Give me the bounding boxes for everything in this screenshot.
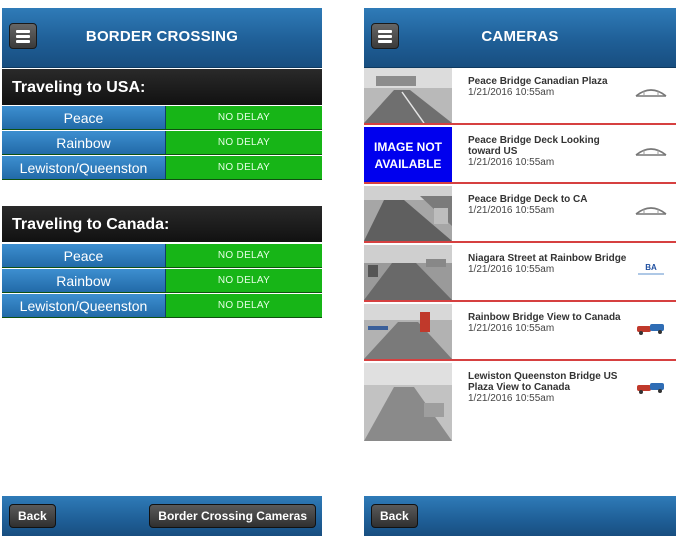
- camera-thumbnail: [364, 304, 452, 359]
- camera-item[interactable]: Rainbow Bridge View to Canada 1/21/2016 …: [364, 304, 676, 361]
- section-heading-canada: Traveling to Canada:: [2, 206, 322, 242]
- page-title: CAMERAS: [481, 28, 559, 45]
- camera-timestamp: 1/21/2016 10:55am: [468, 87, 555, 98]
- camera-title: Rainbow Bridge View to Canada: [468, 312, 621, 323]
- delay-status: NO DELAY: [166, 131, 322, 154]
- camera-timestamp: 1/21/2016 10:55am: [468, 205, 555, 216]
- camera-item[interactable]: Lewiston Queenston Bridge US Plaza View …: [364, 363, 676, 443]
- crossing-row-usa-lewiston[interactable]: Lewiston/Queenston NO DELAY: [2, 156, 322, 180]
- camera-info: Rainbow Bridge View to Canada 1/21/2016 …: [468, 312, 628, 334]
- delay-status: NO DELAY: [166, 156, 322, 179]
- svg-text:BA: BA: [645, 263, 657, 272]
- camera-item[interactable]: Peace Bridge Canadian Plaza 1/21/2016 10…: [364, 68, 676, 125]
- cameras-screen: CAMERAS Peace Bridge Canadian Plaza 1/21…: [364, 8, 676, 536]
- page-title: BORDER CROSSING: [85, 28, 239, 45]
- crossing-row-canada-rainbow[interactable]: Rainbow NO DELAY: [2, 269, 322, 293]
- camera-info: Peace Bridge Deck to CA 1/21/2016 10:55a…: [468, 194, 628, 216]
- crossing-row-usa-peace[interactable]: Peace NO DELAY: [2, 106, 322, 130]
- crossing-name: Peace: [2, 244, 166, 267]
- car-logo-icon: [637, 383, 664, 394]
- crossing-row-canada-lewiston[interactable]: Lewiston/Queenston NO DELAY: [2, 294, 322, 318]
- camera-info: Peace Bridge Canadian Plaza 1/21/2016 10…: [468, 76, 628, 98]
- crossing-row-canada-peace[interactable]: Peace NO DELAY: [2, 244, 322, 268]
- camera-timestamp: 1/21/2016 10:55am: [468, 264, 555, 275]
- crossing-row-usa-rainbow[interactable]: Rainbow NO DELAY: [2, 131, 322, 155]
- image-unavailable-thumbnail: IMAGE NOT AVAILABLE: [364, 127, 452, 182]
- back-button[interactable]: Back: [9, 504, 56, 528]
- section-heading-usa: Traveling to USA:: [2, 69, 322, 105]
- crossing-name: Rainbow: [2, 269, 166, 292]
- header-bar: CAMERAS: [364, 8, 676, 68]
- border-crossing-cameras-button[interactable]: Border Crossing Cameras: [149, 504, 316, 528]
- footer-bar: Back: [364, 496, 676, 536]
- crossing-name: Rainbow: [2, 131, 166, 154]
- camera-thumbnail: [364, 363, 452, 441]
- camera-title: Lewiston Queenston Bridge US Plaza View …: [468, 371, 618, 393]
- camera-thumbnail: [364, 68, 452, 123]
- camera-timestamp: 1/21/2016 10:55am: [468, 323, 555, 334]
- crossing-name: Peace: [2, 106, 166, 129]
- camera-item[interactable]: Niagara Street at Rainbow Bridge 1/21/20…: [364, 245, 676, 302]
- camera-title: Peace Bridge Deck to CA: [468, 194, 588, 205]
- back-button[interactable]: Back: [371, 504, 418, 528]
- car-logo-icon: [637, 324, 664, 335]
- crossing-name: Lewiston/Queenston: [2, 294, 166, 317]
- camera-thumbnail: [364, 245, 452, 300]
- header-bar: BORDER CROSSING: [2, 8, 322, 68]
- crossing-name: Lewiston/Queenston: [2, 156, 166, 179]
- camera-list: Peace Bridge Canadian Plaza 1/21/2016 10…: [364, 68, 676, 496]
- delay-status: NO DELAY: [166, 294, 322, 317]
- camera-thumbnail: [364, 186, 452, 241]
- footer-bar: Back Border Crossing Cameras: [2, 496, 322, 536]
- camera-info: Peace Bridge Deck Looking toward US 1/21…: [468, 135, 628, 168]
- camera-timestamp: 1/21/2016 10:55am: [468, 157, 555, 168]
- authority-logo-icon: BA: [638, 263, 664, 275]
- delay-status: NO DELAY: [166, 269, 322, 292]
- camera-title: Niagara Street at Rainbow Bridge: [468, 253, 627, 264]
- camera-info: Niagara Street at Rainbow Bridge 1/21/20…: [468, 253, 628, 275]
- delay-status: NO DELAY: [166, 106, 322, 129]
- bridge-logo-icon: [635, 148, 667, 156]
- camera-info: Lewiston Queenston Bridge US Plaza View …: [468, 371, 628, 404]
- camera-title: Peace Bridge Canadian Plaza: [468, 76, 608, 87]
- camera-item[interactable]: Peace Bridge Deck to CA 1/21/2016 10:55a…: [364, 186, 676, 243]
- camera-item[interactable]: IMAGE NOT AVAILABLE Peace Bridge Deck Lo…: [364, 127, 676, 184]
- delay-status: NO DELAY: [166, 244, 322, 267]
- bridge-logo-icon: [635, 89, 667, 97]
- border-crossing-screen: BORDER CROSSING Traveling to USA: Peace …: [2, 8, 322, 536]
- camera-timestamp: 1/21/2016 10:55am: [468, 393, 555, 404]
- bridge-logo-icon: [635, 207, 667, 215]
- camera-title: Peace Bridge Deck Looking toward US: [468, 135, 600, 157]
